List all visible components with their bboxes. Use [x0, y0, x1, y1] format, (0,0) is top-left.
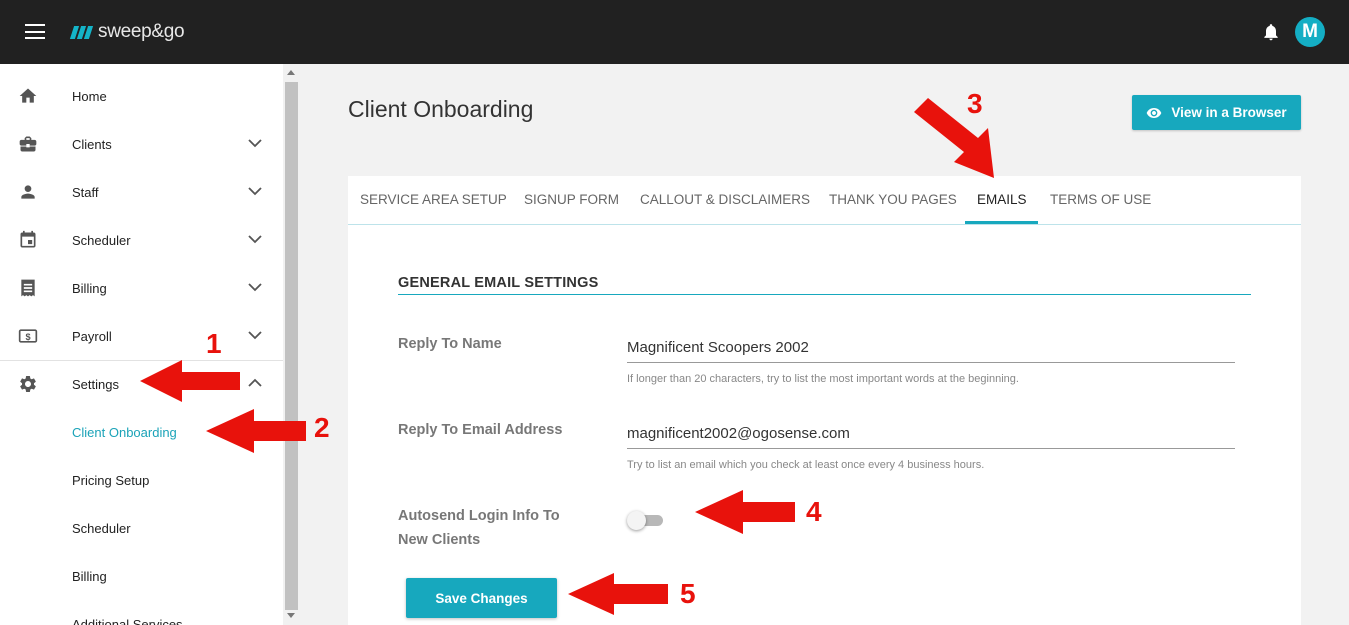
gear-icon: [20, 375, 36, 392]
toggle-knob: [627, 511, 646, 530]
view-in-browser-label: View in a Browser: [1171, 105, 1287, 120]
sidebar-item-label: Clients: [72, 136, 112, 152]
chevron-down-icon: [248, 187, 262, 196]
eye-icon: [1147, 107, 1162, 118]
annotation-number-1: 1: [206, 328, 222, 359]
reply-to-name-label: Reply To Name: [398, 336, 502, 352]
sidebar-item-scheduler[interactable]: Scheduler: [0, 216, 283, 264]
autosend-label-line1: Autosend Login Info To: [398, 508, 560, 524]
svg-text:$: $: [25, 332, 30, 342]
sidebar-subitem-label: Additional Services: [72, 616, 183, 625]
annotation-number-3: 3: [967, 88, 983, 119]
reply-to-name-input[interactable]: [627, 333, 1235, 363]
autosend-label-line2: New Clients: [398, 532, 481, 548]
avatar[interactable]: M: [1295, 17, 1325, 47]
calendar-icon: [20, 230, 36, 248]
view-in-browser-button[interactable]: View in a Browser: [1132, 95, 1301, 130]
sidebar-item-label: Home: [72, 88, 107, 104]
menu-icon[interactable]: [25, 24, 45, 40]
sidebar-subitem-label: Billing: [72, 568, 107, 584]
logo[interactable]: sweep&go: [69, 20, 185, 44]
tab-callout-disclaimers[interactable]: CALLOUT & DISCLAIMERS: [640, 192, 810, 207]
sidebar-item-clients[interactable]: Clients: [0, 120, 283, 168]
save-changes-button[interactable]: Save Changes: [406, 578, 557, 618]
tab-service-area-setup[interactable]: SERVICE AREA SETUP: [360, 192, 507, 207]
sidebar-subitem-label: Scheduler: [72, 520, 131, 536]
tab-signup-form[interactable]: SIGNUP FORM: [524, 192, 619, 207]
sidebar-subitem-pricing-setup[interactable]: Pricing Setup: [0, 456, 283, 504]
scroll-down-arrow-icon[interactable]: [287, 613, 295, 618]
briefcase-icon: [19, 136, 37, 152]
annotation-arrow-4-icon: [695, 490, 795, 534]
sidebar: Home Clients Staff Scheduler Billing $ P…: [0, 64, 283, 625]
bell-icon[interactable]: [1261, 21, 1281, 43]
scroll-up-arrow-icon[interactable]: [287, 70, 295, 75]
sidebar-item-home[interactable]: Home: [0, 72, 283, 120]
sidebar-item-label: Staff: [72, 184, 99, 200]
annotation-number-5: 5: [680, 578, 696, 609]
logo-mark-icon: [69, 24, 94, 40]
sidebar-item-label: Billing: [72, 280, 107, 296]
annotation-arrow-5-icon: [568, 573, 668, 615]
tab-emails[interactable]: EMAILS: [977, 192, 1027, 207]
tab-bar: SERVICE AREA SETUP SIGNUP FORM CALLOUT &…: [348, 176, 1301, 225]
tab-thank-you-pages[interactable]: THANK YOU PAGES: [829, 192, 957, 207]
sidebar-subitem-additional-services[interactable]: Additional Services: [0, 600, 283, 625]
scroll-thumb[interactable]: [285, 82, 298, 610]
annotation-arrow-1-icon: [140, 360, 240, 402]
receipt-icon: [21, 279, 35, 297]
reply-to-email-label: Reply To Email Address: [398, 422, 563, 438]
annotation-number-4: 4: [806, 496, 822, 527]
page-title: Client Onboarding: [348, 96, 534, 122]
sidebar-item-billing[interactable]: Billing: [0, 264, 283, 312]
sidebar-item-label: Payroll: [72, 328, 112, 344]
active-tab-indicator: [965, 221, 1038, 224]
autosend-label: Autosend Login Info To New Clients: [398, 504, 560, 552]
chevron-down-icon: [248, 139, 262, 148]
annotation-arrow-3-icon: [914, 98, 994, 178]
sidebar-subitem-billing[interactable]: Billing: [0, 552, 283, 600]
logo-text: sweep&go: [98, 21, 185, 42]
sidebar-item-payroll[interactable]: $ Payroll: [0, 312, 283, 360]
section-title: GENERAL EMAIL SETTINGS: [398, 275, 599, 291]
autosend-toggle[interactable]: [627, 511, 665, 530]
annotation-arrow-2-icon: [206, 409, 306, 453]
chevron-down-icon: [248, 235, 262, 244]
person-icon: [21, 185, 35, 199]
sidebar-subitem-scheduler[interactable]: Scheduler: [0, 504, 283, 552]
chevron-down-icon: [248, 283, 262, 292]
reply-to-email-hint: Try to list an email which you check at …: [627, 459, 985, 471]
sidebar-item-label: Scheduler: [72, 232, 131, 248]
chevron-down-icon: [248, 331, 262, 340]
reply-to-name-hint: If longer than 20 characters, try to lis…: [627, 373, 1019, 385]
home-icon: [19, 88, 37, 103]
sidebar-item-label: Settings: [72, 376, 119, 392]
sidebar-item-staff[interactable]: Staff: [0, 168, 283, 216]
section-divider: [398, 294, 1251, 295]
sidebar-subitem-label: Client Onboarding: [72, 424, 177, 440]
dollar-icon: $: [18, 329, 38, 343]
reply-to-email-input[interactable]: [627, 419, 1235, 449]
settings-card: SERVICE AREA SETUP SIGNUP FORM CALLOUT &…: [348, 176, 1301, 625]
sidebar-subitem-label: Pricing Setup: [72, 472, 150, 488]
sidebar-scrollbar[interactable]: [283, 64, 300, 625]
tab-terms-of-use[interactable]: TERMS OF USE: [1050, 192, 1151, 207]
chevron-up-icon: [248, 378, 262, 387]
annotation-number-2: 2: [314, 412, 330, 443]
top-bar: sweep&go M: [0, 0, 1349, 64]
